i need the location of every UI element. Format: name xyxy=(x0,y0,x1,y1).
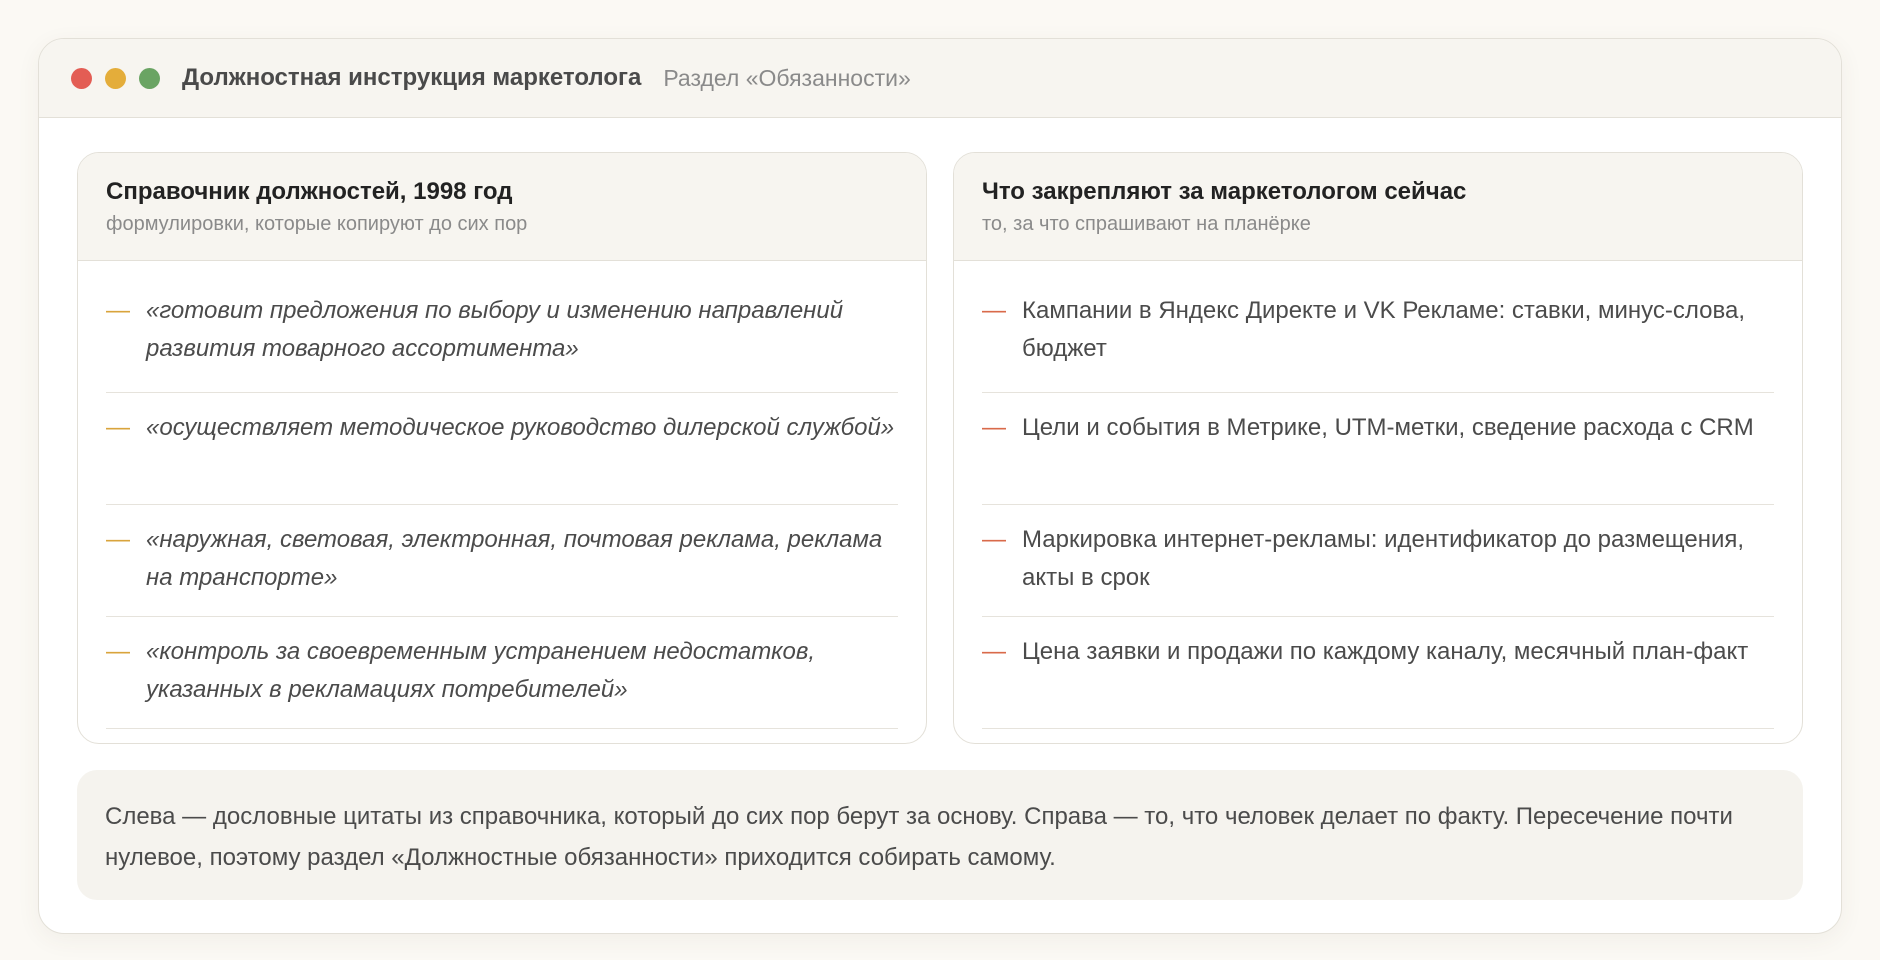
dash-bullet-icon: — xyxy=(106,414,130,441)
list-item: — Кампании в Яндекс Директе и VK Рекламе… xyxy=(982,281,1774,393)
list-item: — «контроль за своевременным устранением… xyxy=(106,617,898,729)
close-window-button[interactable] xyxy=(71,67,92,89)
list-item-text: «готовит предложения по выбору и изменен… xyxy=(146,297,844,362)
comparison-columns: Справочник должностей, 1998 год формулир… xyxy=(77,152,1803,744)
old-reference-panel: Справочник должностей, 1998 год формулир… xyxy=(77,152,927,744)
duties-list: — Кампании в Яндекс Директе и VK Рекламе… xyxy=(954,261,1802,729)
list-item: — Цели и события в Метрике, UTM‑метки, с… xyxy=(982,393,1774,505)
current-duties-panel: Что закрепляют за маркетологом сейчас то… xyxy=(953,152,1803,744)
list-item-text: «контроль за своевременным устранением н… xyxy=(146,638,816,703)
list-item-text: Маркировка интернет‑рекламы: идентификат… xyxy=(1022,526,1745,591)
list-item: — «осуществляет методическое руководство… xyxy=(106,393,898,505)
panel-subtitle: то, за что спрашивают на планёрке xyxy=(982,213,1311,235)
dash-bullet-icon: — xyxy=(106,526,130,553)
dash-bullet-icon: — xyxy=(982,414,1006,441)
list-item: — Маркировка интернет‑рекламы: идентифик… xyxy=(982,505,1774,617)
list-item-text: «наружная, световая, электронная, почтов… xyxy=(146,526,883,591)
app-window: Должностная инструкция маркетолога Разде… xyxy=(38,38,1842,934)
list-item: — Цена заявки и продажи по каждому канал… xyxy=(982,617,1774,729)
list-item-text: Кампании в Яндекс Директе и VK Рекламе: … xyxy=(1022,297,1745,362)
summary-note: Слева — дословные цитаты из справочника,… xyxy=(77,770,1803,900)
dash-bullet-icon: — xyxy=(982,638,1006,665)
dash-bullet-icon: — xyxy=(106,638,130,665)
panel-subtitle: формулировки, которые копируют до сих по… xyxy=(106,213,528,235)
panel-header: Что закрепляют за маркетологом сейчас то… xyxy=(954,153,1802,261)
panel-header: Справочник должностей, 1998 год формулир… xyxy=(78,153,926,261)
minimize-window-button[interactable] xyxy=(105,67,126,89)
dash-bullet-icon: — xyxy=(982,297,1006,324)
list-item-text: Цена заявки и продажи по каждому каналу,… xyxy=(1022,638,1749,665)
list-item-text: Цели и события в Метрике, UTM‑метки, све… xyxy=(1022,414,1754,441)
list-item-text: «осуществляет методическое руководство д… xyxy=(146,414,895,441)
main-content: Справочник должностей, 1998 год формулир… xyxy=(39,118,1841,900)
maximize-window-button[interactable] xyxy=(139,67,160,89)
dash-bullet-icon: — xyxy=(982,526,1006,553)
window-title: Должностная инструкция маркетолога xyxy=(182,64,642,91)
list-item: — «наружная, световая, электронная, почт… xyxy=(106,505,898,617)
dash-bullet-icon: — xyxy=(106,297,130,324)
quote-list: — «готовит предложения по выбору и измен… xyxy=(78,261,926,729)
window-subtitle: Раздел «Обязанности» xyxy=(663,64,911,91)
panel-title: Что закрепляют за маркетологом сейчас xyxy=(982,178,1467,205)
panel-title: Справочник должностей, 1998 год xyxy=(106,178,513,205)
list-item: — «готовит предложения по выбору и измен… xyxy=(106,281,898,393)
title-bar: Должностная инструкция маркетолога Разде… xyxy=(39,39,1841,118)
